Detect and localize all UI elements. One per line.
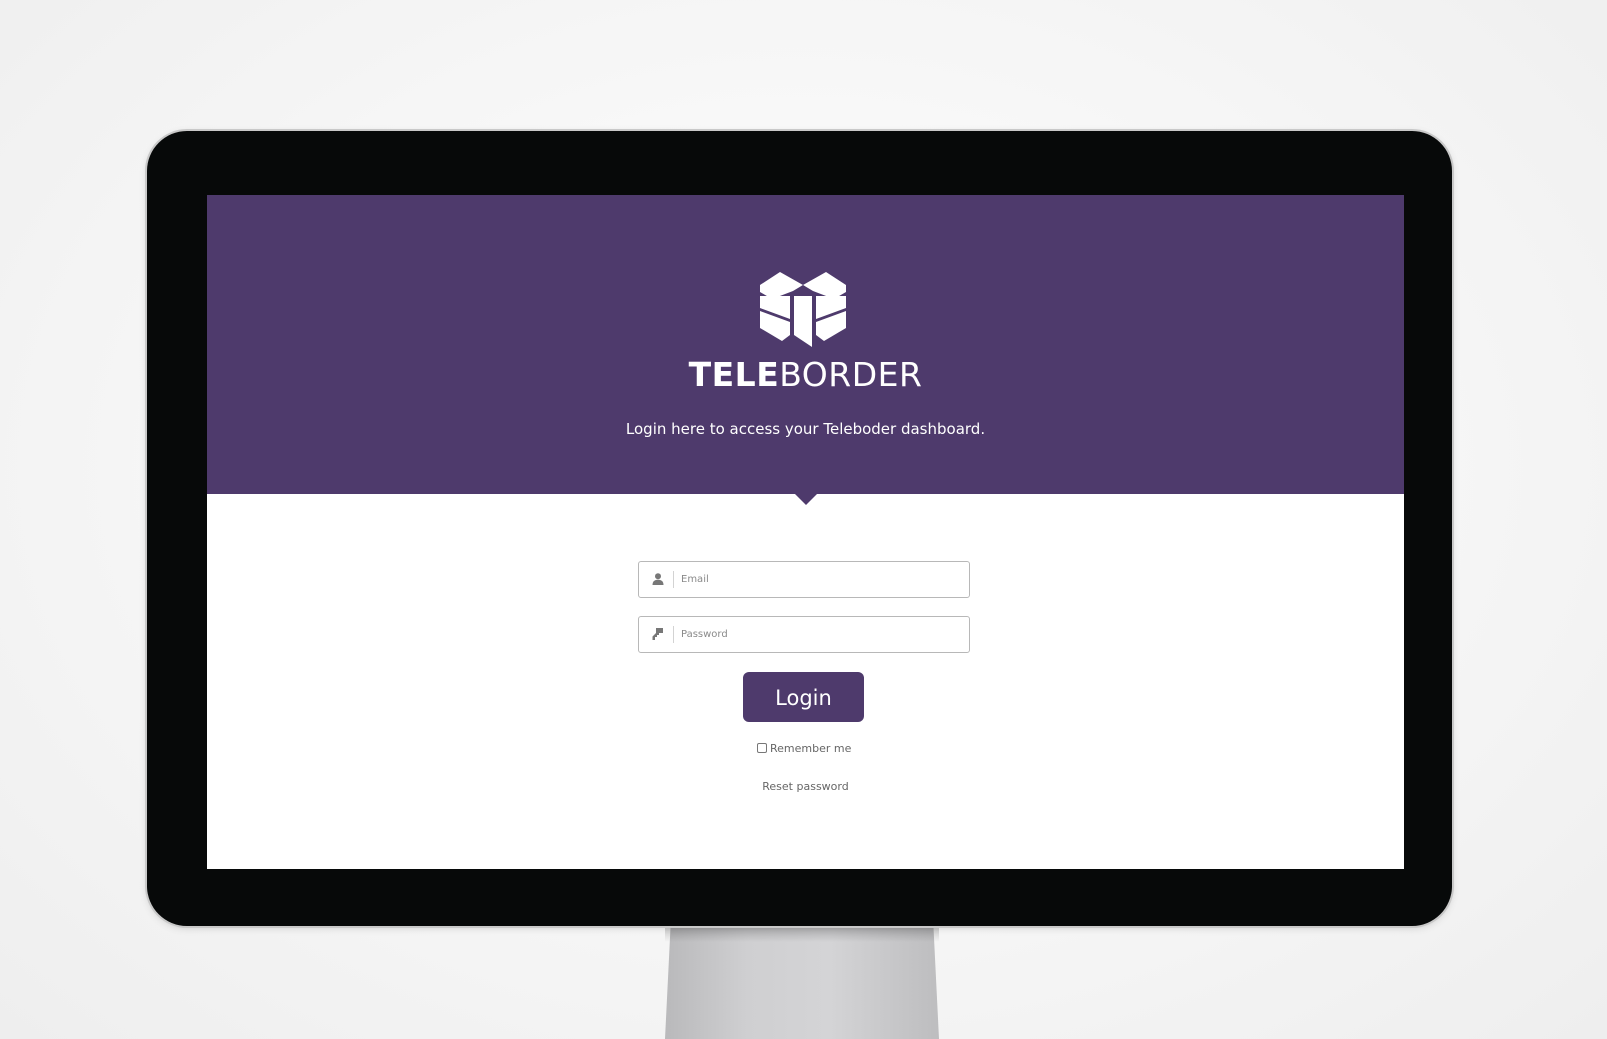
password-input[interactable] — [681, 621, 961, 648]
email-input[interactable] — [681, 566, 961, 593]
header-pointer — [795, 494, 817, 505]
login-tagline: Login here to access your Teleboder dash… — [625, 420, 986, 438]
login-screen: TELEBORDER Login here to access your Tel… — [207, 195, 1404, 869]
password-field[interactable] — [638, 616, 970, 653]
teleborder-logo-icon — [760, 272, 846, 347]
remember-me[interactable]: Remember me — [757, 741, 851, 757]
key-icon — [652, 628, 663, 640]
brand-name-light: BORDER — [779, 355, 923, 394]
remember-me-checkbox[interactable] — [757, 743, 767, 753]
remember-me-label: Remember me — [770, 742, 852, 755]
monitor-stand — [665, 928, 939, 1039]
user-icon — [652, 573, 664, 585]
password-field-separator — [673, 626, 674, 643]
brand-name-bold: TELE — [688, 355, 780, 394]
login-button[interactable]: Login — [743, 672, 864, 722]
login-header: TELEBORDER Login here to access your Tel… — [207, 195, 1404, 494]
brand-name: TELEBORDER — [207, 355, 1404, 395]
email-field-separator — [673, 571, 674, 588]
monitor-stand-shadow — [665, 928, 939, 942]
email-field[interactable] — [638, 561, 970, 598]
reset-password-link[interactable]: Reset password — [207, 779, 1404, 795]
